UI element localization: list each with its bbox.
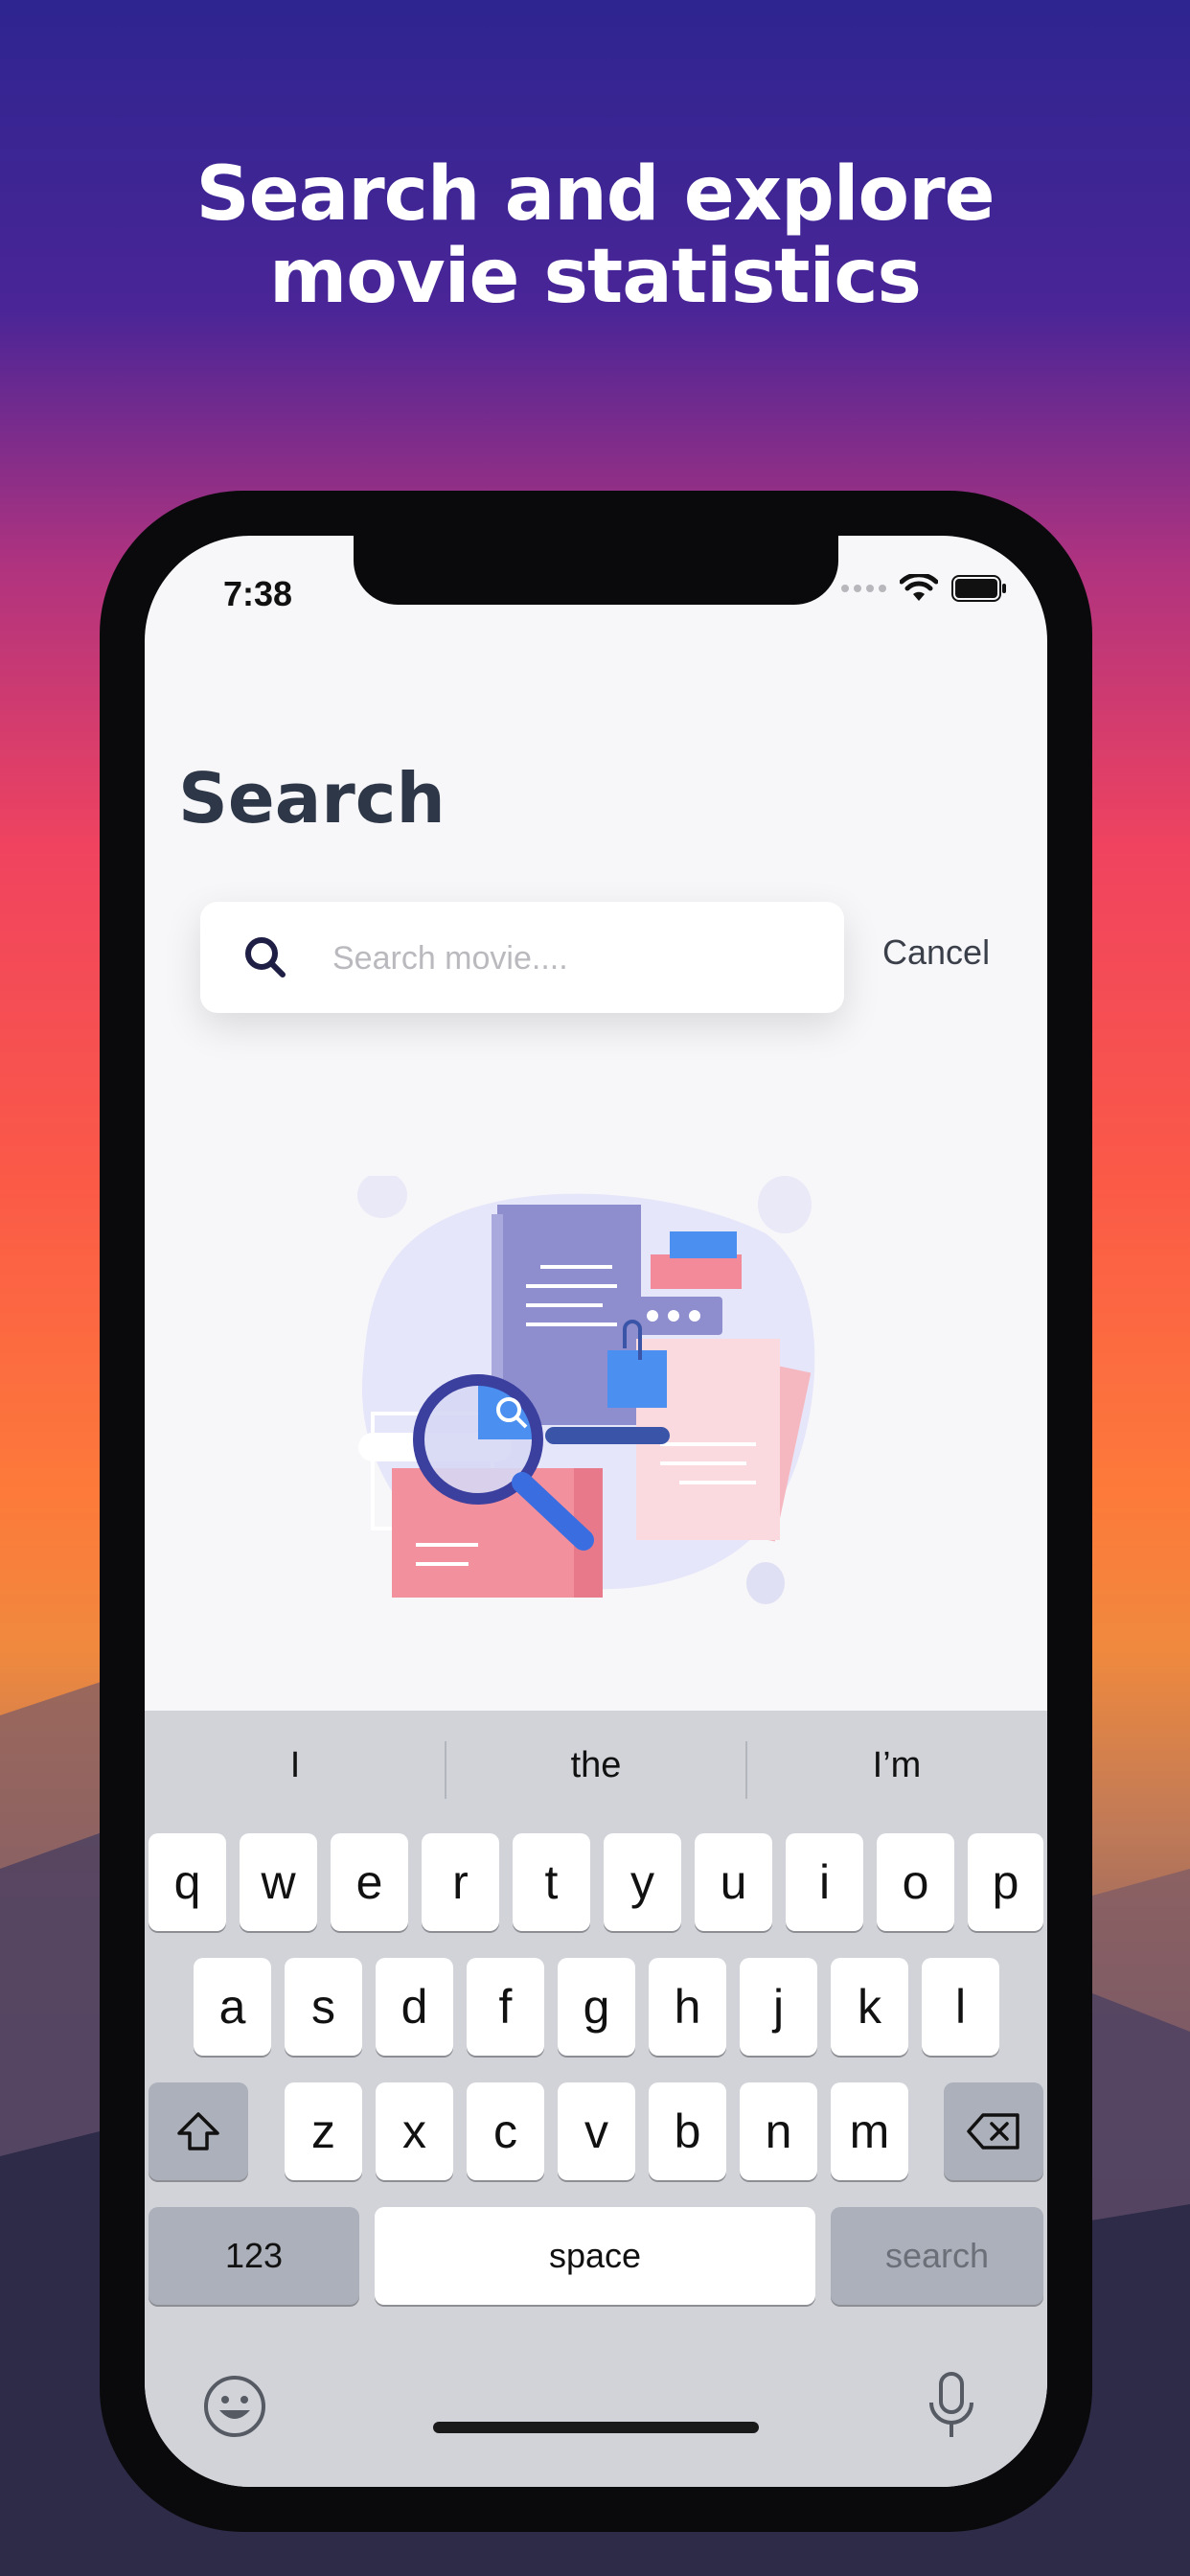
suggestion-3[interactable]: I’m: [746, 1745, 1047, 1786]
key-w[interactable]: w: [240, 1833, 317, 1931]
search-icon: [245, 937, 286, 978]
phone-frame: 7:38 Search Cancel: [100, 491, 1092, 2532]
status-icons: [841, 574, 1007, 603]
status-time: 7:38: [223, 574, 293, 613]
key-d[interactable]: d: [376, 1958, 453, 2056]
key-g[interactable]: g: [558, 1958, 635, 2056]
key-i[interactable]: i: [786, 1833, 863, 1931]
battery-icon: [951, 575, 1006, 602]
emoji-icon[interactable]: [202, 2374, 267, 2439]
key-b[interactable]: b: [649, 2082, 726, 2180]
key-a[interactable]: a: [194, 1958, 271, 2056]
key-y[interactable]: y: [604, 1833, 681, 1931]
key-o[interactable]: o: [877, 1833, 954, 1931]
key-v[interactable]: v: [558, 2082, 635, 2180]
key-z[interactable]: z: [285, 2082, 362, 2180]
numbers-key[interactable]: 123: [149, 2207, 359, 2305]
key-f[interactable]: f: [467, 1958, 544, 2056]
headline-line-1: Search and explore: [195, 151, 995, 238]
key-s[interactable]: s: [285, 1958, 362, 2056]
search-key[interactable]: search: [831, 2207, 1043, 2305]
search-illustration: [357, 1176, 815, 1604]
page-title: Search: [178, 758, 446, 839]
key-m[interactable]: m: [831, 2082, 908, 2180]
signal-icon: [841, 585, 886, 592]
headline: Search and explore movie statistics: [0, 153, 1190, 318]
headline-line-2: movie statistics: [269, 234, 922, 320]
backspace-key[interactable]: [944, 2082, 1043, 2180]
shift-key[interactable]: [149, 2082, 248, 2180]
search-bar[interactable]: [200, 902, 844, 1015]
key-r[interactable]: r: [422, 1833, 499, 1931]
key-t[interactable]: t: [513, 1833, 590, 1931]
notch: [354, 536, 838, 605]
key-k[interactable]: k: [831, 1958, 908, 2056]
key-q[interactable]: q: [149, 1833, 226, 1931]
key-u[interactable]: u: [695, 1833, 772, 1931]
key-h[interactable]: h: [649, 1958, 726, 2056]
home-indicator[interactable]: [433, 2422, 759, 2433]
key-n[interactable]: n: [740, 2082, 817, 2180]
key-l[interactable]: l: [922, 1958, 999, 2056]
key-j[interactable]: j: [740, 1958, 817, 2056]
cancel-button[interactable]: Cancel: [882, 932, 990, 973]
key-x[interactable]: x: [376, 2082, 453, 2180]
microphone-icon[interactable]: [926, 2370, 977, 2443]
key-p[interactable]: p: [968, 1833, 1043, 1931]
search-input[interactable]: [331, 902, 813, 1015]
suggestion-1[interactable]: I: [145, 1745, 446, 1786]
wifi-icon: [900, 574, 938, 601]
suggestion-bar: I the I’m: [145, 1711, 1047, 1833]
backspace-icon: [967, 2113, 1019, 2150]
phone-screen: 7:38 Search Cancel: [145, 536, 1047, 2487]
key-c[interactable]: c: [467, 2082, 544, 2180]
space-key[interactable]: space: [375, 2207, 815, 2305]
key-e[interactable]: e: [331, 1833, 408, 1931]
shift-icon: [177, 2112, 219, 2150]
keyboard: I the I’m q w e r t y u i o p a s d f g …: [145, 1711, 1047, 2487]
suggestion-2[interactable]: the: [446, 1745, 746, 1786]
